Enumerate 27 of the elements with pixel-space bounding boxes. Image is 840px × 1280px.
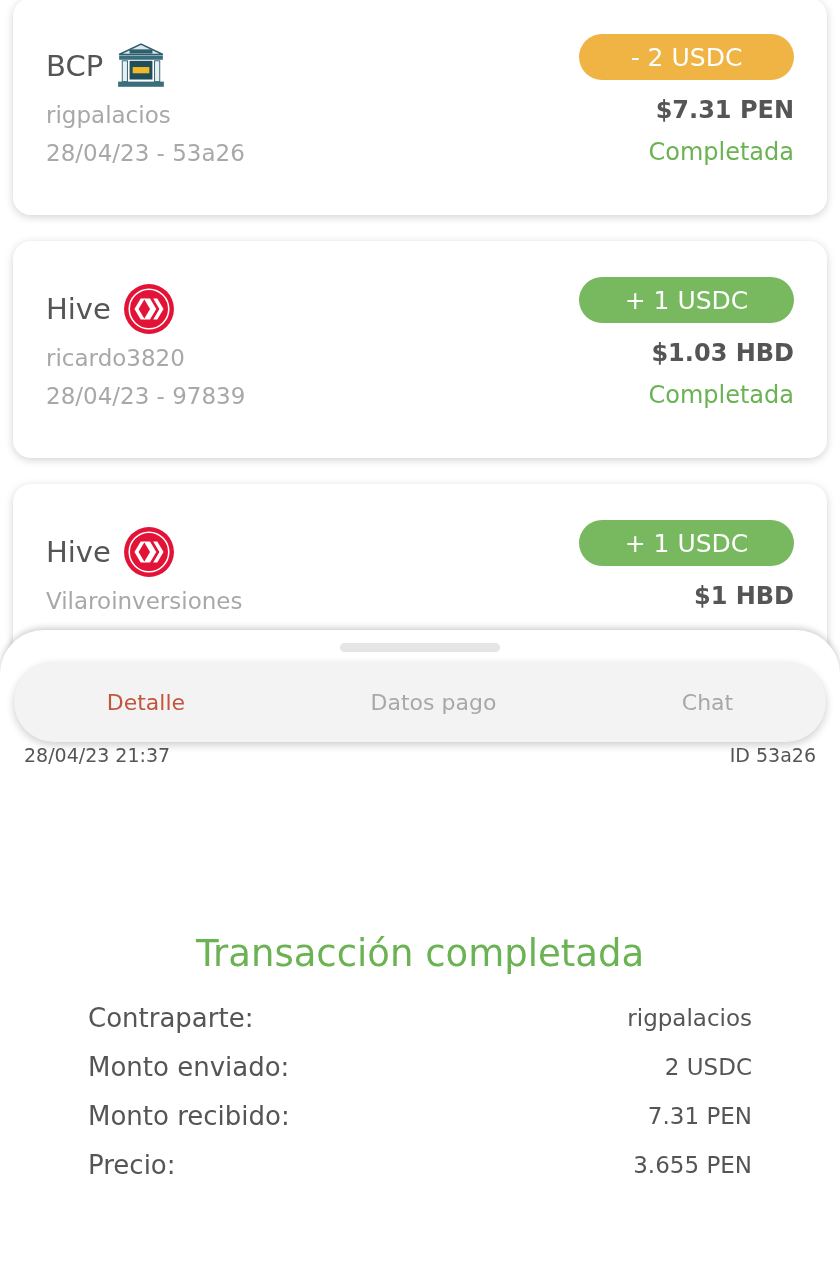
detail-label: Contraparte: [88,1002,254,1033]
detail-label: Precio: [88,1149,176,1180]
fiat-amount: $1 HBD [693,582,794,610]
amount-badge: + 1 USDC [579,520,794,566]
amount-badge: - 2 USDC [579,34,794,80]
detail-label: Monto recibido: [88,1100,290,1131]
transaction-date: 28/04/23 - 97839 [46,383,246,409]
counterparty-name: ricardo3820 [46,345,186,371]
transaction-name: Hive [46,292,111,326]
transaction-datetime: 28/04/23 21:37 [24,744,171,766]
detail-label: Monto enviado: [88,1051,290,1082]
transaction-name: BCP [46,49,104,83]
status-label: Completada [648,138,794,166]
fiat-amount: $7.31 PEN [655,96,794,124]
transaction-date: 28/04/23 - 53a26 [46,140,245,166]
detail-value: rigpalacios [627,1004,752,1031]
transaction-id: ID 53a26 [729,744,816,766]
detail-value: 2 USDC [664,1053,752,1080]
counterparty-name: rigpalacios [46,102,172,128]
fiat-amount: $1.03 HBD [651,339,794,367]
status-label: Completada [648,381,794,409]
amount-badge: + 1 USDC [579,277,794,323]
detail-value: 3.655 PEN [633,1151,752,1178]
detail-value: 7.31 PEN [647,1102,752,1129]
counterparty-name: Vilaroinversiones [46,588,243,614]
result-title: Transacción completada [195,932,645,975]
transaction-name: Hive [46,535,111,569]
